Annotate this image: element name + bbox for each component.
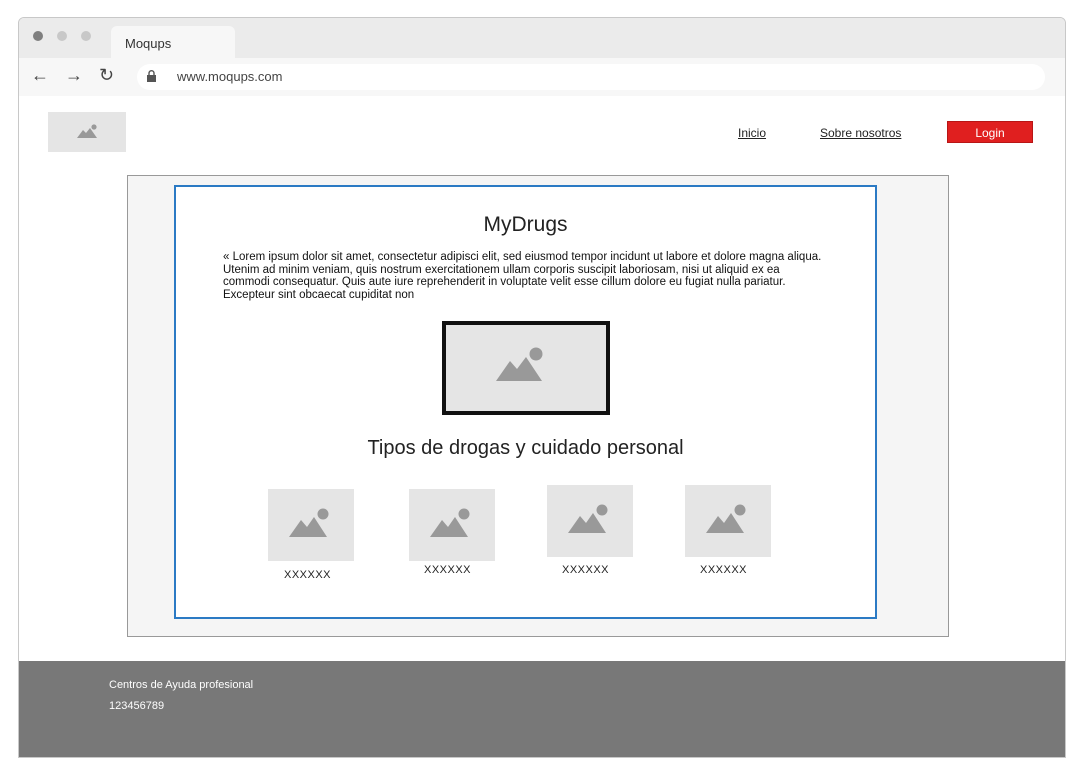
address-bar: ← → ↻ www.moqups.com	[19, 58, 1065, 96]
nav-link-inicio[interactable]: Inicio	[738, 126, 766, 140]
url-text: www.moqups.com	[177, 69, 283, 84]
page-title: MyDrugs	[483, 213, 568, 236]
close-window-dot[interactable]	[33, 31, 43, 41]
thumbnail-label: XXXXXX	[284, 569, 332, 581]
title-bar: Moqups	[19, 18, 1065, 58]
intro-paragraph: « Lorem ipsum dolor sit amet, consectetu…	[223, 251, 822, 301]
image-placeholder-icon	[430, 508, 470, 537]
forward-arrow-icon[interactable]: →	[65, 66, 83, 84]
content-container: MyDrugs « Lorem ipsum dolor sit amet, co…	[127, 175, 949, 637]
reload-icon[interactable]: ↻	[99, 66, 114, 84]
product-thumbnail[interactable]	[685, 485, 771, 557]
footer-help-centers: Centros de Ayuda profesional	[109, 679, 254, 691]
hero-image	[442, 321, 610, 415]
maximize-window-dot[interactable]	[81, 31, 91, 41]
image-placeholder-icon	[289, 508, 329, 537]
thumbnail-label: XXXXXX	[424, 564, 472, 576]
product-thumbnail[interactable]	[409, 489, 495, 561]
footer-phone: 123456789	[109, 700, 165, 712]
product-thumbnail[interactable]	[268, 489, 354, 561]
page-content: Inicio Sobre nosotros Login MyDrugs « Lo…	[19, 96, 1065, 757]
thumbnail-label: XXXXXX	[562, 564, 610, 576]
section-title: Tipos de drogas y cuidado personal	[367, 437, 684, 459]
url-field[interactable]: www.moqups.com	[137, 64, 1045, 90]
site-logo[interactable]	[48, 112, 126, 152]
product-thumbnail[interactable]	[547, 485, 633, 557]
lock-icon	[147, 70, 156, 82]
minimize-window-dot[interactable]	[57, 31, 67, 41]
image-placeholder-icon	[496, 347, 543, 381]
tab-title: Moqups	[125, 36, 172, 51]
login-button[interactable]: Login	[947, 121, 1033, 143]
browser-tab[interactable]: Moqups	[111, 26, 235, 58]
content-card: MyDrugs « Lorem ipsum dolor sit amet, co…	[174, 185, 877, 619]
image-placeholder-icon	[77, 124, 97, 138]
back-arrow-icon[interactable]: ←	[31, 66, 49, 84]
image-placeholder-icon	[706, 504, 746, 533]
image-placeholder-icon	[568, 504, 608, 533]
thumbnail-label: XXXXXX	[700, 564, 748, 576]
browser-window: Moqups ← → ↻ www.moqups.com Inicio Sobre…	[18, 17, 1066, 758]
nav-link-sobre-nosotros[interactable]: Sobre nosotros	[820, 126, 901, 140]
footer: Centros de Ayuda profesional 123456789	[19, 661, 1065, 757]
